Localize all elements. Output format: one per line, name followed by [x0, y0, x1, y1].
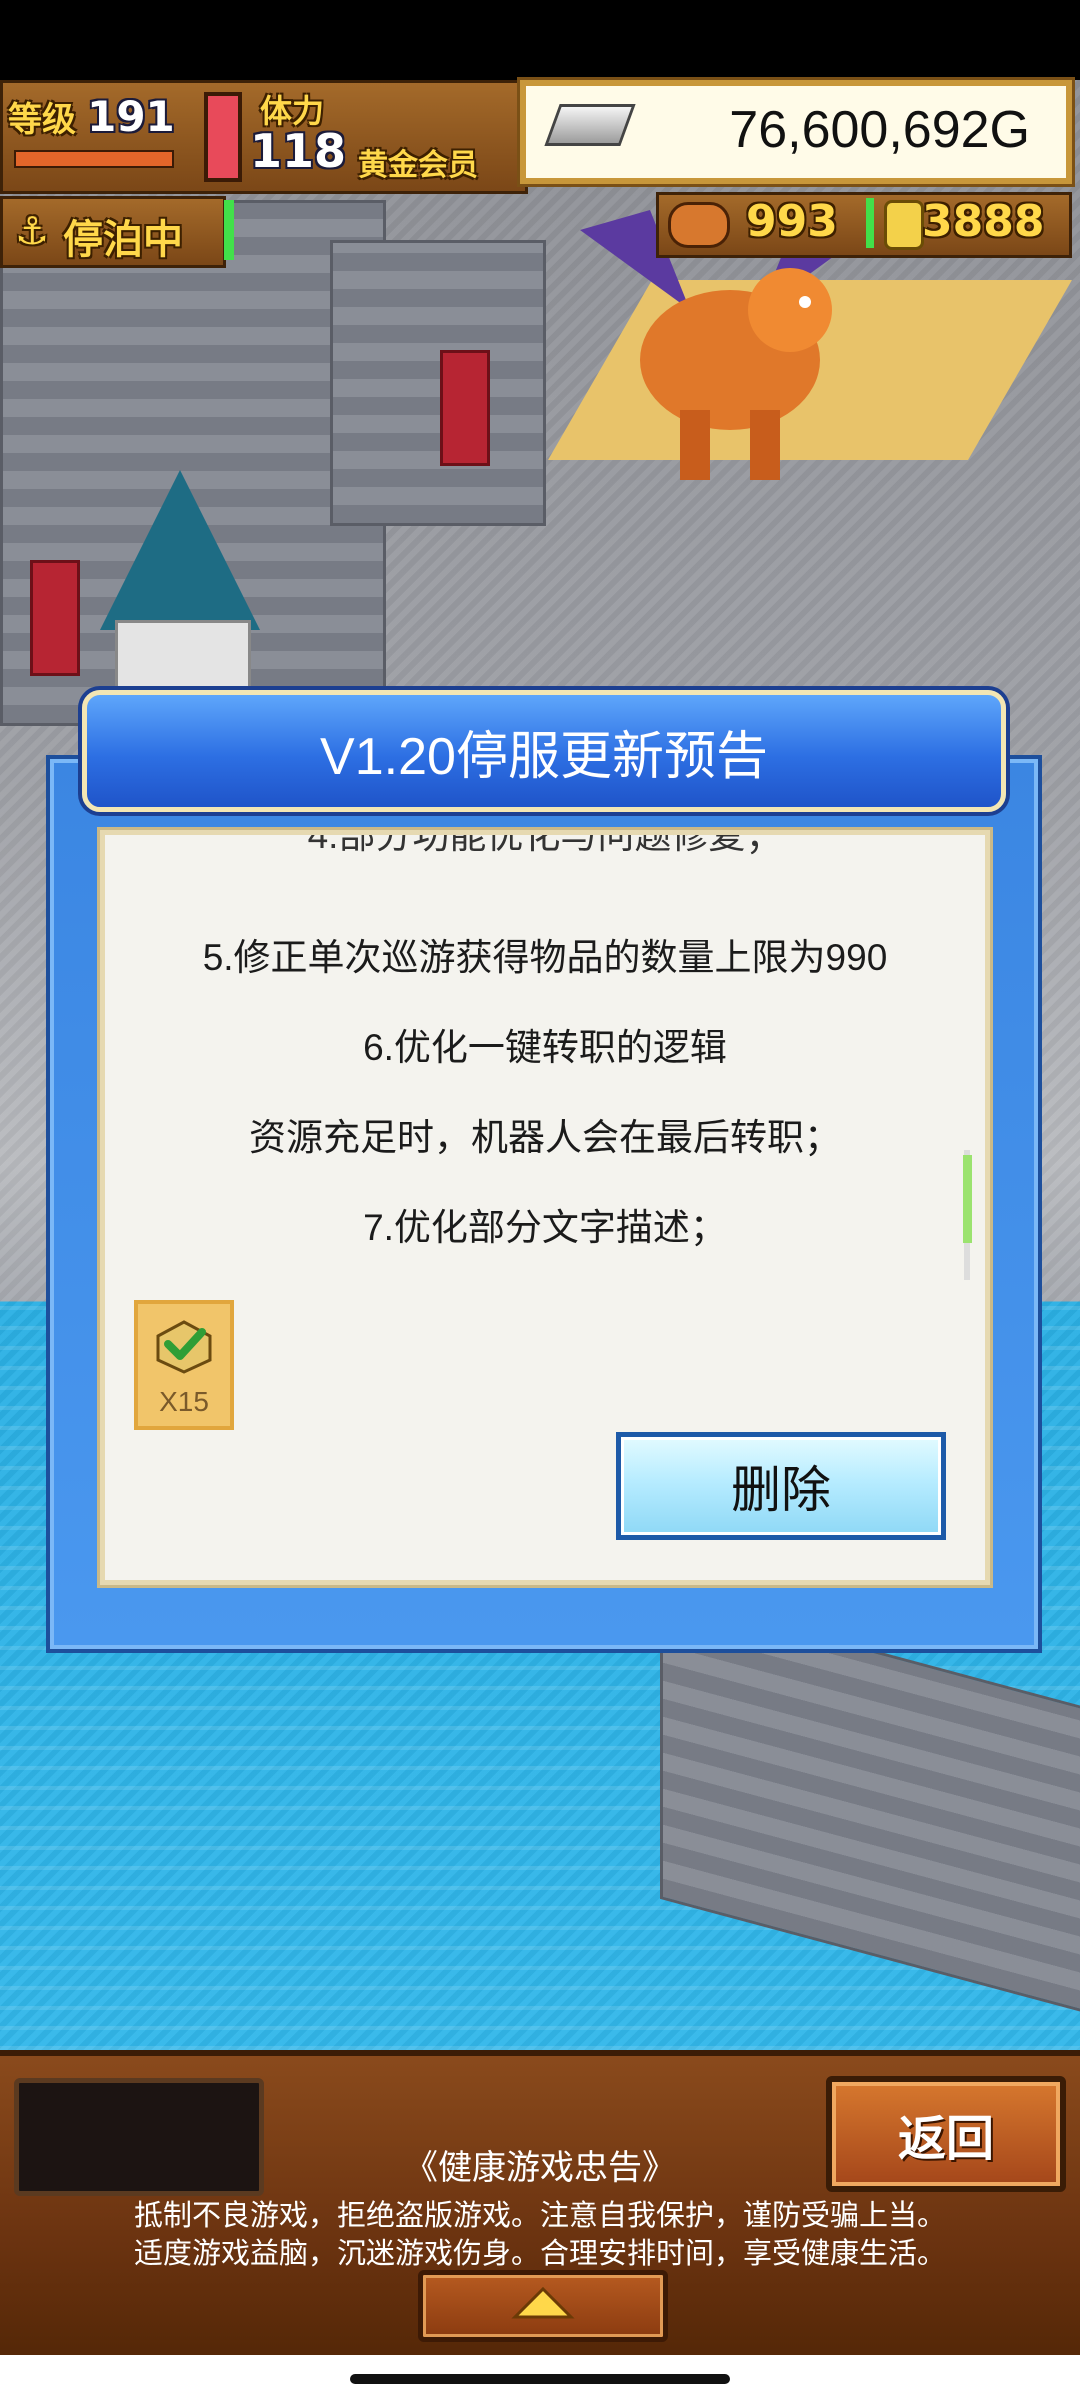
item-count: X15: [159, 1386, 209, 1417]
up-arrow-icon: [511, 2286, 575, 2319]
health-advisory-line: 适度游戏益脑，沉迷游戏伤身。合理安排时间，享受健康生活。: [133, 2238, 946, 2270]
stamina-gauge: [204, 92, 242, 182]
gold-amount: 76,600,692G: [729, 101, 1030, 159]
level-value: 191: [87, 92, 175, 141]
resource-divider: [866, 198, 874, 248]
red-banner: [30, 560, 80, 676]
food-icon: [668, 202, 730, 248]
exp-bar: [14, 150, 174, 168]
delete-button[interactable]: 删除: [616, 1432, 946, 1540]
food-count: 993: [746, 196, 838, 247]
member-badge: 黄金会员: [358, 148, 478, 183]
expand-up-button[interactable]: [418, 2270, 668, 2342]
scrollbar-thumb[interactable]: [963, 1155, 972, 1243]
check-ticket-icon: [156, 1320, 212, 1374]
docked-label: 停泊中: [63, 217, 183, 263]
notice-line: 6.优化一键转职的逻辑: [363, 1027, 727, 1068]
castle-tower: [330, 240, 546, 526]
status-bar: [0, 0, 1080, 80]
docked-indicator: [224, 200, 234, 260]
health-advisory-line: 抵制不良游戏，拒绝盗版游戏。注意自我保护，谨防受骗上当。: [133, 2200, 946, 2232]
level-display: 等级 191: [8, 92, 190, 142]
coin-icon: [884, 200, 924, 250]
notice-line: 资源充足时，机器人会在最后转职；: [249, 1117, 841, 1158]
level-label: 等级: [8, 100, 76, 140]
silver-bar-icon: [544, 104, 636, 146]
dialog-title: V1.20停服更新预告: [82, 690, 1006, 812]
notice-line: 5.修正单次巡游获得物品的数量上限为990: [202, 937, 888, 978]
stamina-value: 118: [250, 124, 347, 178]
health-advisory-title: 《健康游戏忠告》: [404, 2149, 676, 2187]
home-indicator[interactable]: [350, 2374, 730, 2384]
tower-roof: [100, 470, 260, 630]
anchor-icon: ⚓: [15, 209, 50, 253]
notice-line: 7.优化部分文字描述；: [363, 1207, 727, 1248]
cut-off-line: 4.部分功能优化与问题修复；: [307, 835, 783, 856]
docked-status[interactable]: ⚓ 停泊中: [0, 196, 226, 268]
red-banner: [440, 350, 490, 466]
coin-count: 3888: [922, 196, 1045, 247]
reward-item-slot[interactable]: X15: [134, 1300, 234, 1430]
